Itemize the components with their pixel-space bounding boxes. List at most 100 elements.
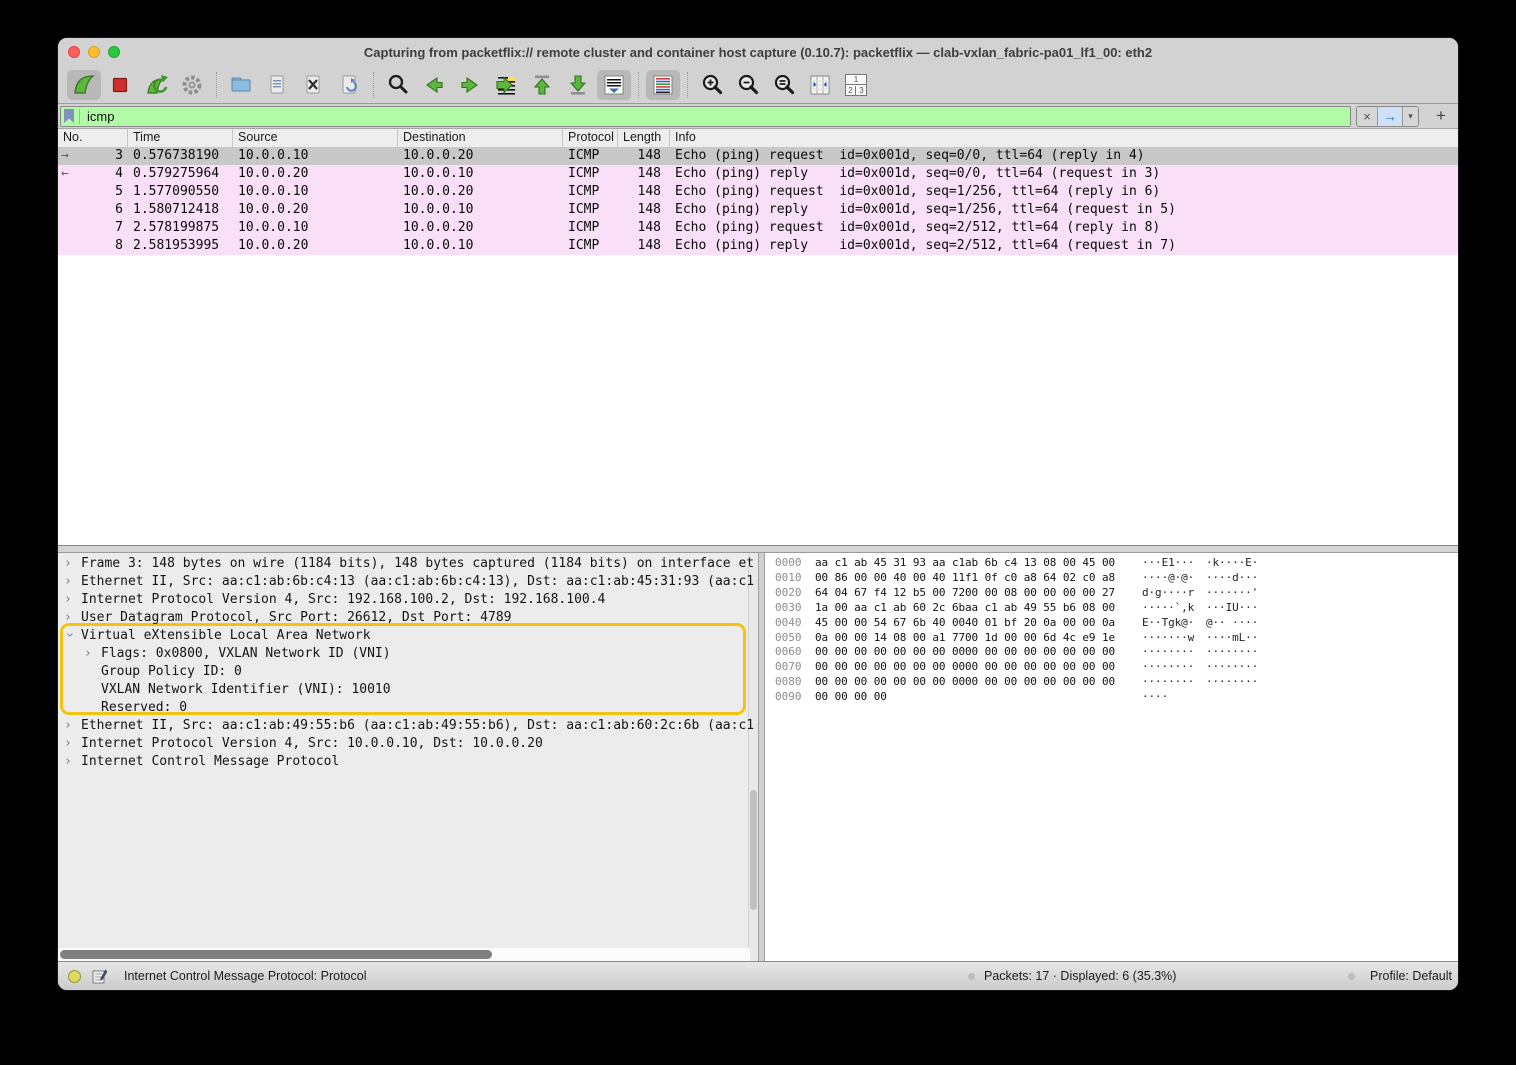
detail-row[interactable]: ›Ethernet II, Src: aa:c1:ab:6b:c4:13 (aa… bbox=[58, 573, 758, 591]
bookmark-icon[interactable] bbox=[64, 109, 74, 123]
minimize-window-button[interactable] bbox=[88, 46, 100, 58]
go-to-packet-button[interactable] bbox=[489, 70, 523, 100]
column-header-time[interactable]: Time bbox=[128, 129, 233, 147]
zoom-out-button[interactable] bbox=[731, 70, 765, 100]
stop-capture-button[interactable] bbox=[103, 70, 137, 100]
filter-dropdown-caret[interactable]: ▾ bbox=[1402, 107, 1418, 126]
open-capture-button[interactable] bbox=[224, 70, 258, 100]
filter-apply-button[interactable]: → bbox=[1378, 107, 1402, 126]
packet-length: 148 bbox=[618, 237, 670, 255]
column-header-source[interactable]: Source bbox=[233, 129, 398, 147]
detail-row[interactable]: ›Flags: 0x0800, VXLAN Network ID (VNI) bbox=[58, 645, 758, 663]
packet-bytes-pane[interactable]: 0000aa c1 ab 45 31 93 aa c1ab 6b c4 13 0… bbox=[765, 553, 1458, 964]
reload-capture-button[interactable] bbox=[332, 70, 366, 100]
capture-comment-icon[interactable] bbox=[92, 969, 107, 989]
go-forward-button[interactable] bbox=[453, 70, 487, 100]
pane-splitter-horizontal[interactable] bbox=[58, 545, 1458, 553]
packet-row[interactable]: →3 0.576738190 10.0.0.10 10.0.0.20 ICMP … bbox=[58, 147, 1458, 165]
detail-row[interactable]: ›User Datagram Protocol, Src Port: 26612… bbox=[58, 609, 758, 627]
close-capture-button[interactable] bbox=[296, 70, 330, 100]
packet-row[interactable]: 5 1.577090550 10.0.0.10 10.0.0.20 ICMP 1… bbox=[58, 183, 1458, 201]
capture-options-button[interactable] bbox=[175, 70, 209, 100]
maximize-window-button[interactable] bbox=[108, 46, 120, 58]
pane-splitter-vertical[interactable] bbox=[758, 553, 765, 961]
packet-no: 7 bbox=[81, 219, 128, 237]
start-capture-button[interactable] bbox=[67, 70, 101, 100]
stop-icon bbox=[107, 72, 133, 98]
packet-row[interactable]: 6 1.580712418 10.0.0.20 10.0.0.10 ICMP 1… bbox=[58, 201, 1458, 219]
hex-row[interactable]: 00500a 00 00 14 08 00 a1 7700 1d 00 00 6… bbox=[765, 631, 1458, 646]
expander-icon[interactable]: › bbox=[64, 573, 81, 591]
detail-row[interactable]: VXLAN Network Identifier (VNI): 10010 bbox=[58, 681, 758, 699]
status-profile[interactable]: Profile: Default bbox=[1370, 969, 1452, 983]
column-header-protocol[interactable]: Protocol bbox=[563, 129, 618, 147]
filter-clear-button[interactable]: × bbox=[1357, 107, 1378, 126]
expander-icon[interactable]: › bbox=[64, 753, 81, 771]
hex-ascii: ········ bbox=[1142, 675, 1206, 690]
filter-add-button[interactable]: + bbox=[1430, 106, 1452, 126]
restart-capture-button[interactable] bbox=[139, 70, 173, 100]
packet-destination: 10.0.0.10 bbox=[398, 165, 563, 183]
detail-row[interactable]: ›Frame 3: 148 bytes on wire (1184 bits),… bbox=[58, 555, 758, 573]
go-last-packet-button[interactable] bbox=[561, 70, 595, 100]
expander-icon[interactable]: › bbox=[64, 609, 81, 627]
save-capture-button[interactable] bbox=[260, 70, 294, 100]
zoom-reset-button[interactable] bbox=[767, 70, 801, 100]
hex-bytes: 00 1d 00 00 6d 4c e9 1e bbox=[965, 631, 1115, 646]
zoom-in-button[interactable] bbox=[695, 70, 729, 100]
colorize-button[interactable] bbox=[646, 70, 680, 100]
detail-row-vxlan[interactable]: ›Virtual eXtensible Local Area Network bbox=[58, 627, 758, 645]
hex-row[interactable]: 006000 00 00 00 00 00 00 0000 00 00 00 0… bbox=[765, 645, 1458, 660]
expert-info-icon[interactable] bbox=[68, 970, 81, 983]
status-dot bbox=[968, 973, 975, 980]
filter-input[interactable] bbox=[85, 108, 1350, 125]
detail-row[interactable]: Reserved: 0 bbox=[58, 699, 758, 717]
hex-row[interactable]: 004045 00 00 54 67 6b 40 0040 01 bf 20 0… bbox=[765, 616, 1458, 631]
go-first-packet-button[interactable] bbox=[525, 70, 559, 100]
packet-protocol: ICMP bbox=[563, 237, 618, 255]
detail-row[interactable]: ›Ethernet II, Src: aa:c1:ab:49:55:b6 (aa… bbox=[58, 717, 758, 735]
scrollbar-thumb[interactable] bbox=[750, 790, 757, 910]
resize-columns-button[interactable] bbox=[803, 70, 837, 100]
hex-row[interactable]: 001000 86 00 00 40 00 40 11f1 0f c0 a8 6… bbox=[765, 571, 1458, 586]
packet-row[interactable]: 8 2.581953995 10.0.0.20 10.0.0.10 ICMP 1… bbox=[58, 237, 1458, 255]
hex-ascii: ····mL·· bbox=[1206, 631, 1270, 646]
detail-row[interactable]: ›Internet Protocol Version 4, Src: 10.0.… bbox=[58, 735, 758, 753]
expander-icon[interactable]: › bbox=[64, 735, 81, 753]
detail-row[interactable]: ›Internet Control Message Protocol bbox=[58, 753, 758, 771]
detail-row[interactable]: ›Internet Protocol Version 4, Src: 192.1… bbox=[58, 591, 758, 609]
column-header-length[interactable]: Length bbox=[618, 129, 670, 147]
column-header-destination[interactable]: Destination bbox=[398, 129, 563, 147]
auto-scroll-button[interactable] bbox=[597, 70, 631, 100]
wireshark-window: Capturing from packetflix:// remote clus… bbox=[58, 38, 1458, 990]
scrollbar-thumb[interactable] bbox=[60, 950, 492, 959]
display-filter-field[interactable] bbox=[60, 106, 1351, 127]
details-horizontal-scrollbar[interactable] bbox=[58, 948, 750, 961]
hex-row[interactable]: 009000 00 00 00···· bbox=[765, 690, 1458, 705]
expander-icon[interactable]: › bbox=[84, 645, 101, 663]
hex-bytes: aa c1 ab 45 31 93 aa c1 bbox=[815, 556, 965, 571]
hex-row[interactable]: 00301a 00 aa c1 ab 60 2c 6baa c1 ab 49 5… bbox=[765, 601, 1458, 616]
filter-bar: × → ▾ + bbox=[58, 104, 1458, 129]
expander-icon[interactable]: › bbox=[64, 717, 81, 735]
hex-row[interactable]: 008000 00 00 00 00 00 00 0000 00 00 00 0… bbox=[765, 675, 1458, 690]
hex-row[interactable]: 007000 00 00 00 00 00 00 0000 00 00 00 0… bbox=[765, 660, 1458, 675]
packet-row[interactable]: ←4 0.579275964 10.0.0.20 10.0.0.10 ICMP … bbox=[58, 165, 1458, 183]
layout-button[interactable]: 1 2 3 bbox=[839, 70, 873, 100]
detail-row[interactable]: Group Policy ID: 0 bbox=[58, 663, 758, 681]
hex-row[interactable]: 0000aa c1 ab 45 31 93 aa c1ab 6b c4 13 0… bbox=[765, 556, 1458, 571]
packet-destination: 10.0.0.10 bbox=[398, 237, 563, 255]
hex-ascii: ········ bbox=[1142, 660, 1206, 675]
hex-row[interactable]: 002064 04 67 f4 12 b5 00 7200 00 08 00 0… bbox=[765, 586, 1458, 601]
find-packet-button[interactable] bbox=[381, 70, 415, 100]
hex-bytes: 64 04 67 f4 12 b5 00 72 bbox=[815, 586, 965, 601]
packet-row[interactable]: 7 2.578199875 10.0.0.10 10.0.0.20 ICMP 1… bbox=[58, 219, 1458, 237]
column-header-no[interactable]: No. bbox=[58, 129, 128, 147]
hex-ascii: E··Tgk@· bbox=[1142, 616, 1206, 631]
column-header-info[interactable]: Info bbox=[670, 129, 1458, 147]
expander-icon[interactable]: › bbox=[64, 591, 81, 609]
expander-icon[interactable]: › bbox=[64, 555, 81, 573]
go-back-button[interactable] bbox=[417, 70, 451, 100]
packet-source: 10.0.0.20 bbox=[233, 237, 398, 255]
close-window-button[interactable] bbox=[68, 46, 80, 58]
